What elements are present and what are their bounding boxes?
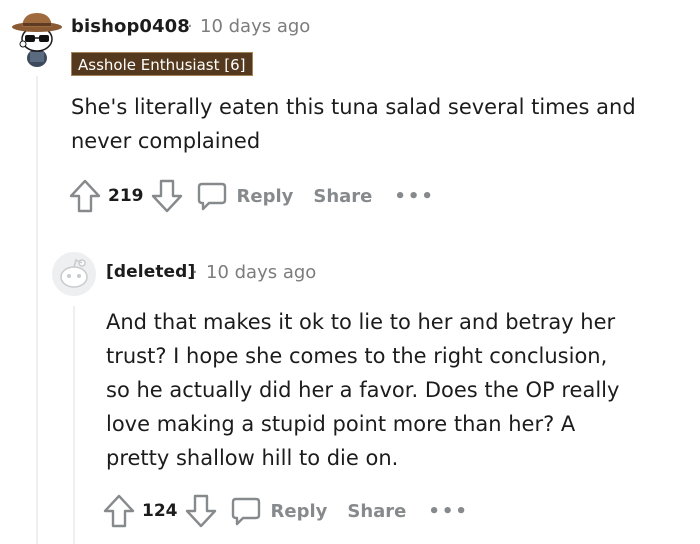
reply-label: Reply: [270, 500, 328, 522]
comment-timestamp[interactable]: 10 days ago: [200, 16, 310, 37]
downvote-arrow-icon: [151, 179, 182, 213]
snoo-cowboy-sunglasses-avatar-icon: [12, 13, 62, 67]
comment-body-line: And that makes it ok to lie to her and b…: [106, 310, 616, 334]
comment-body-line: never complained: [71, 129, 261, 153]
comment-bubble-icon: [231, 497, 260, 526]
comment-author[interactable]: bishop0408: [71, 16, 190, 37]
downvote-button[interactable]: [184, 493, 218, 529]
comment-actions: 219 Reply Share •••: [68, 176, 435, 216]
share-button[interactable]: Share: [313, 186, 372, 207]
share-button[interactable]: Share: [347, 501, 406, 522]
downvote-button[interactable]: [150, 178, 184, 214]
vote-count: 219: [108, 186, 144, 206]
upvote-button[interactable]: [102, 493, 136, 529]
meta-separator: ·: [187, 16, 193, 37]
more-options-icon[interactable]: •••: [394, 186, 435, 207]
more-options-icon[interactable]: •••: [428, 501, 469, 522]
user-avatar[interactable]: [10, 8, 62, 68]
meta-separator: ·: [192, 262, 198, 283]
comment-author: [deleted]: [106, 262, 196, 282]
user-flair: Asshole Enthusiast [6]: [71, 52, 253, 76]
downvote-arrow-icon: [185, 494, 216, 528]
upvote-arrow-icon: [103, 494, 135, 528]
comment: bishop0408 · 10 days ago Asshole Enthusi…: [0, 0, 700, 544]
comment-body: And that makes it ok to lie to her and b…: [106, 305, 619, 475]
upvote-button[interactable]: [68, 178, 102, 214]
thread-line[interactable]: [36, 76, 38, 544]
comment-body-line: She's literally eaten this tuna salad se…: [71, 95, 636, 119]
upvote-arrow-icon: [69, 179, 101, 213]
comment-body-line: trust? I hope she comes to the right con…: [106, 344, 608, 368]
reply-label: Reply: [236, 185, 294, 207]
user-avatar[interactable]: [52, 252, 96, 296]
reply-button[interactable]: Reply: [196, 180, 294, 212]
comment-body: She's literally eaten this tuna salad se…: [71, 90, 636, 158]
reply-button[interactable]: Reply: [230, 495, 328, 527]
comment-body-line: pretty shallow hill to die on.: [106, 446, 399, 470]
comment-body-line: love making a stupid point more than her…: [106, 412, 576, 436]
vote-count: 124: [142, 501, 178, 521]
comment-body-line: so he actually did her a favor. Does the…: [106, 378, 620, 402]
deleted-user-avatar-icon: [52, 252, 96, 296]
comment-bubble-icon: [197, 182, 226, 211]
thread-line[interactable]: [73, 306, 75, 544]
comment-actions: 124 Reply Share •••: [102, 491, 469, 531]
comment-timestamp[interactable]: 10 days ago: [206, 262, 316, 283]
